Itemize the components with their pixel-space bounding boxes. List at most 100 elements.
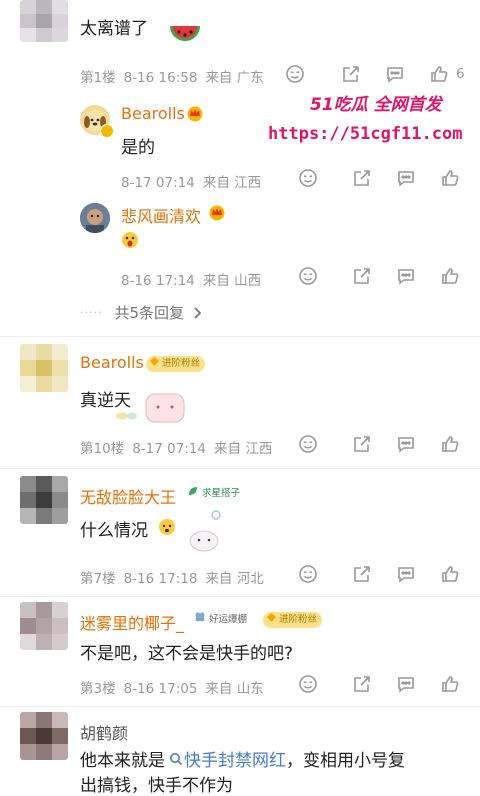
diamond-icon	[149, 356, 160, 373]
reply-text: 是的	[121, 138, 155, 158]
divider	[0, 596, 480, 597]
comment-text: 他本来就是 快手封禁网红，变相用小号复	[80, 751, 405, 771]
reply-actions	[297, 265, 461, 287]
smile-icon[interactable]	[297, 673, 319, 695]
reply-username[interactable]: 悲风画清欢	[121, 203, 201, 227]
avatar[interactable]	[20, 476, 68, 524]
comment-actions: 6	[284, 63, 465, 85]
topic-link[interactable]: 快手封禁网红	[165, 751, 286, 771]
share-icon[interactable]	[351, 673, 373, 695]
username[interactable]: 迷雾里的椰子_	[80, 610, 184, 634]
comment-meta: 第1楼 8-16 16:58 来自 广东	[80, 66, 272, 86]
divider	[0, 468, 480, 469]
luck-badge: 好运爆棚	[191, 611, 253, 629]
timestamp: 8-17 07:14	[121, 175, 195, 191]
thumbs-up-icon[interactable]	[439, 563, 461, 585]
smile-icon[interactable]	[297, 433, 319, 455]
comment-text: 太离谱了	[80, 19, 148, 39]
location: 来自 山东	[205, 681, 264, 697]
reply-meta: 8-16 17:14 来自 山西	[121, 269, 269, 289]
comment-icon[interactable]	[395, 167, 417, 189]
comment-meta: 第10楼 8-17 07:14 来自 江西	[80, 437, 280, 457]
comment-icon[interactable]	[384, 63, 406, 85]
username[interactable]: Bearolls	[80, 353, 144, 372]
timestamp: 8-17 07:14	[132, 441, 207, 457]
sticker	[106, 390, 188, 424]
shocked-emoji	[121, 231, 139, 249]
fan-badge: 进阶粉丝	[146, 356, 206, 373]
smile-icon[interactable]	[297, 563, 319, 585]
fan-badge: 进阶粉丝	[263, 612, 323, 629]
timestamp: 8-16 17:14	[121, 273, 195, 289]
timestamp: 8-16 17:18	[123, 571, 198, 587]
reply-avatar[interactable]	[80, 203, 110, 233]
clover-icon	[194, 611, 206, 629]
timestamp: 8-16 16:58	[123, 70, 198, 86]
leaf-icon	[187, 485, 199, 503]
timestamp: 8-16 17:05	[123, 681, 198, 697]
crown-icon	[186, 104, 204, 122]
like-count: 6	[456, 66, 465, 82]
location: 来自 广东	[205, 70, 264, 86]
floor-number: 第7楼	[80, 571, 116, 587]
floor-number: 第3楼	[80, 681, 116, 697]
more-replies-label: 共5条回复	[114, 304, 185, 322]
comment-icon[interactable]	[395, 673, 417, 695]
username[interactable]: 胡鹤颜	[80, 720, 128, 744]
reply-username[interactable]: Bearolls	[121, 104, 185, 123]
divider	[0, 706, 480, 707]
watermark-brand: 51吃瓜 全网首发	[310, 95, 442, 115]
thumbs-up-icon[interactable]	[439, 167, 461, 189]
floor-number: 第1楼	[80, 70, 116, 86]
thumbs-up-icon[interactable]	[428, 63, 450, 85]
avatar[interactable]	[20, 712, 68, 760]
more-replies-link[interactable]: ····· 共5条回复	[80, 302, 202, 323]
reply-actions	[297, 167, 461, 189]
location: 来自 山西	[202, 273, 262, 289]
share-icon[interactable]	[340, 63, 362, 85]
verified-badge-icon	[100, 124, 114, 138]
divider	[0, 336, 480, 337]
comment-text: 什么情况	[80, 521, 148, 541]
comment-actions	[297, 673, 461, 695]
floor-number: 第10楼	[80, 441, 125, 457]
comment-actions	[297, 433, 461, 455]
avatar[interactable]	[20, 344, 68, 392]
comment-icon[interactable]	[395, 433, 417, 455]
comment-icon[interactable]	[395, 265, 417, 287]
comment-text: 不是吧，这不会是快手的吧?	[80, 644, 294, 664]
interest-badge: 求星搭子	[184, 485, 246, 503]
share-icon[interactable]	[351, 433, 373, 455]
thumbs-up-icon[interactable]	[439, 433, 461, 455]
search-icon	[169, 751, 183, 771]
thumbs-up-icon[interactable]	[439, 673, 461, 695]
share-icon[interactable]	[351, 265, 373, 287]
watermelon-emoji	[168, 20, 202, 46]
avatar[interactable]	[20, 0, 68, 42]
comment-meta: 第3楼 8-16 17:05 来自 山东	[80, 677, 272, 697]
smile-icon[interactable]	[284, 63, 306, 85]
share-icon[interactable]	[351, 563, 373, 585]
location: 来自 江西	[214, 441, 273, 457]
smile-icon[interactable]	[297, 167, 319, 189]
comment-actions	[297, 563, 461, 585]
diamond-icon	[266, 612, 277, 629]
share-icon[interactable]	[351, 167, 373, 189]
shy-emoji	[158, 518, 176, 536]
reply-meta: 8-17 07:14 来自 江西	[121, 171, 269, 191]
watermark-url: https://51cgf11.com	[268, 124, 463, 144]
location: 来自 河北	[205, 571, 264, 587]
chevron-right-icon	[192, 306, 202, 320]
watermark: 51吃瓜 全网首发 https://51cgf11.com	[262, 86, 474, 156]
thumbs-up-icon[interactable]	[439, 265, 461, 287]
username[interactable]: 无敌脸脸大王	[80, 484, 176, 508]
crown-icon	[208, 203, 226, 221]
location: 来自 江西	[202, 175, 262, 191]
comment-meta: 第7楼 8-16 17:18 来自 河北	[80, 567, 272, 587]
dotted-line: ·····	[80, 306, 103, 319]
smile-icon[interactable]	[297, 265, 319, 287]
sticker	[184, 507, 224, 553]
comment-text-line2: 出搞钱，快手不作为	[80, 776, 233, 796]
comment-icon[interactable]	[395, 563, 417, 585]
avatar[interactable]	[20, 602, 68, 650]
